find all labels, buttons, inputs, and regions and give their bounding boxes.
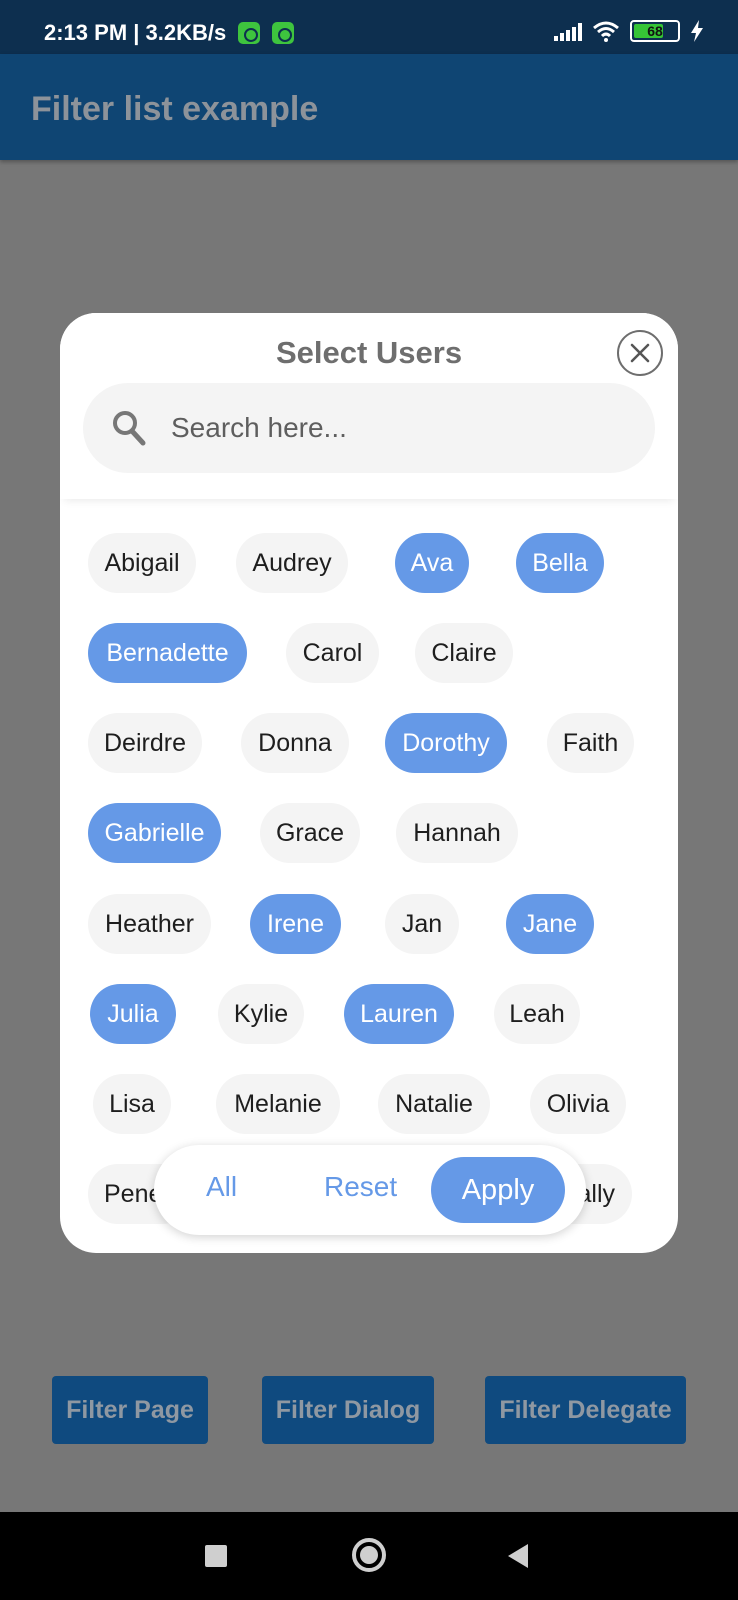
status-right: 68 [554,20,704,42]
user-chip[interactable]: Jane [506,894,594,954]
user-chip[interactable]: Heather [88,894,211,954]
status-time-speed: 2:13 PM | 3.2KB/s [44,20,227,45]
user-chip[interactable]: Abigail [88,533,196,593]
user-chip[interactable]: Faith [547,713,634,773]
search-icon [113,411,146,446]
reset-button[interactable]: Reset [324,1171,397,1203]
battery-icon: 68 [630,20,680,42]
apply-button[interactable]: Apply [431,1157,565,1223]
select-users-dialog: Select Users Abigail Audrey Ava Bella Be… [60,313,678,1253]
user-chip[interactable]: Lauren [344,984,454,1044]
wifi-icon [593,21,619,42]
dialog-header: Select Users [60,313,678,499]
navigation-bar [0,1512,738,1600]
user-chip[interactable]: Melanie [216,1074,340,1134]
home-icon[interactable] [352,1538,386,1572]
user-chip[interactable]: Bernadette [88,623,247,683]
user-chip[interactable]: Ava [395,533,469,593]
user-chip[interactable]: Claire [415,623,513,683]
filter-delegate-button[interactable]: Filter Delegate [485,1376,686,1444]
filter-dialog-button[interactable]: Filter Dialog [262,1376,434,1444]
signal-icon [554,21,582,41]
notification-app-icon [272,22,295,44]
action-bar: All Reset Apply [154,1145,586,1235]
app-bar: Filter list example [0,54,738,160]
user-chip[interactable]: Grace [260,803,360,863]
user-chip[interactable]: Jan [385,894,459,954]
app-title: Filter list example [31,90,319,128]
all-button[interactable]: All [206,1171,237,1203]
user-chip[interactable]: Irene [250,894,341,954]
user-chip[interactable]: Dorothy [385,713,507,773]
user-chip[interactable]: Bella [516,533,604,593]
user-chip[interactable]: Leah [494,984,580,1044]
user-chip[interactable]: Lisa [93,1074,171,1134]
search-input[interactable] [171,405,631,451]
dialog-title: Select Users [275,335,463,370]
search-box[interactable] [83,383,655,473]
user-chip[interactable]: Hannah [396,803,518,863]
user-chip[interactable]: Audrey [236,533,348,593]
user-chip[interactable]: Donna [241,713,349,773]
status-bar: 2:13 PM | 3.2KB/s 68 [0,0,738,54]
bottom-buttons: Filter Page Filter Dialog Filter Delegat… [0,1376,738,1444]
back-icon[interactable] [508,1544,528,1568]
filter-page-button[interactable]: Filter Page [52,1376,208,1444]
user-chip[interactable]: Carol [286,623,379,683]
user-chip[interactable]: Natalie [378,1074,490,1134]
user-chip[interactable]: Olivia [530,1074,626,1134]
user-chip[interactable]: Deirdre [88,713,202,773]
status-left: 2:13 PM | 3.2KB/s [44,20,295,46]
close-icon [630,343,650,363]
battery-level: 68 [647,23,663,39]
charging-bolt-icon [691,20,703,42]
close-button[interactable] [617,330,663,376]
notification-app-icon [238,22,261,44]
user-chip[interactable]: Kylie [218,984,304,1044]
recents-icon[interactable] [205,1545,227,1567]
user-chip[interactable]: Gabrielle [88,803,221,863]
user-chip[interactable]: Julia [90,984,176,1044]
